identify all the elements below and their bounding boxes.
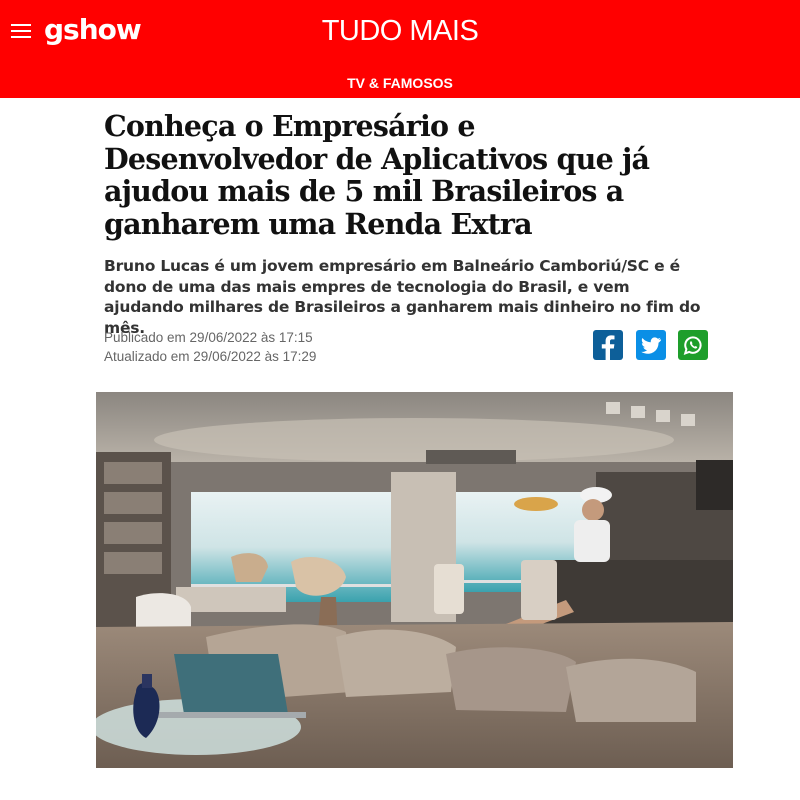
twitter-share-button[interactable] <box>636 330 666 360</box>
facebook-icon <box>601 335 615 360</box>
section-title[interactable]: TUDO MAIS <box>0 15 800 48</box>
twitter-icon <box>641 337 661 354</box>
updated-date: Atualizado em 29/06/2022 às 17:29 <box>104 348 317 364</box>
living-room-photo <box>96 392 733 768</box>
subsection-link[interactable]: TV & FAMOSOS <box>0 75 800 91</box>
article-headline: Conheça o Empresário e Desenvolvedor de … <box>104 109 650 241</box>
article-photo <box>96 392 733 768</box>
published-date: Publicado em 29/06/2022 às 17:15 <box>104 330 313 345</box>
whatsapp-share-button[interactable] <box>678 330 708 360</box>
article-dates: Publicado em 29/06/2022 às 17:15 Atualiz… <box>104 329 316 366</box>
article-lede: Bruno Lucas é um jovem empresário em Bal… <box>104 257 701 337</box>
whatsapp-icon <box>683 336 702 356</box>
top-bar: gshow TUDO MAIS TV & FAMOSOS <box>0 0 800 98</box>
facebook-share-button[interactable] <box>593 330 623 360</box>
